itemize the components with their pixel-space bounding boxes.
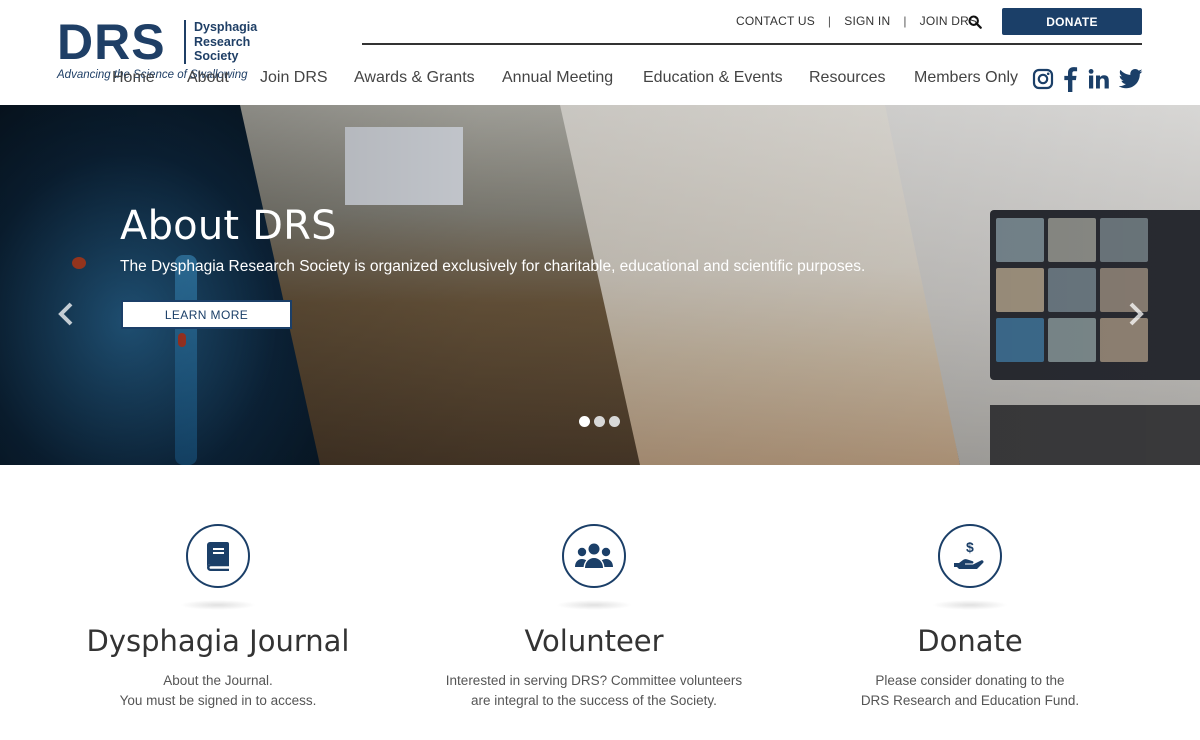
nav-awards-grants[interactable]: Awards & Grants xyxy=(354,69,475,87)
hero-title: About DRS xyxy=(120,203,337,249)
facebook-icon[interactable] xyxy=(1062,66,1078,92)
twitter-icon[interactable] xyxy=(1119,66,1143,92)
logo-wordmark: DRS xyxy=(57,14,166,70)
util-separator: | xyxy=(827,14,832,28)
instagram-icon[interactable] xyxy=(1032,66,1054,92)
nav-members-only[interactable]: Members Only xyxy=(914,69,1018,87)
util-separator: | xyxy=(903,14,907,28)
nav-annual-meeting[interactable]: Annual Meeting xyxy=(502,69,613,87)
journal-circle[interactable] xyxy=(186,524,250,588)
feature-text: Please consider donating to the xyxy=(875,673,1065,688)
donate-button[interactable]: DONATE xyxy=(1002,8,1142,35)
icon-shadow xyxy=(932,600,1008,610)
donate-circle[interactable]: $ xyxy=(938,524,1002,588)
search-icon[interactable] xyxy=(968,15,982,29)
nav-about[interactable]: About xyxy=(187,69,229,87)
icon-shadow xyxy=(556,600,632,610)
feature-title[interactable]: Volunteer xyxy=(404,624,784,658)
logo-sub-line: Society xyxy=(194,49,239,63)
carousel-next-icon[interactable] xyxy=(1126,301,1146,327)
utility-nav: CONTACT US | SIGN IN | JOIN DRS xyxy=(736,14,977,28)
carousel-indicators xyxy=(579,416,620,428)
feature-text: Interested in serving DRS? Committee vol… xyxy=(445,673,743,688)
volunteer-circle[interactable] xyxy=(562,524,626,588)
learn-more-button[interactable]: LEARN MORE xyxy=(121,300,292,329)
nav-resources[interactable]: Resources xyxy=(809,69,885,87)
hero-overlay xyxy=(0,105,1200,465)
feature-title[interactable]: Dysphagia Journal xyxy=(28,624,408,658)
carousel-dot-2[interactable] xyxy=(594,416,605,427)
logo-divider xyxy=(184,20,186,64)
drs-logo[interactable]: DRS Dysphagia Research Society Advancing… xyxy=(57,16,287,86)
donation-hand-icon: $ xyxy=(954,539,984,569)
feature-text: You must be signed in to access. xyxy=(119,693,317,708)
feature-title[interactable]: Donate xyxy=(780,624,1160,658)
header-divider xyxy=(362,43,1142,45)
linkedin-icon[interactable] xyxy=(1088,66,1110,92)
nav-education-events[interactable]: Education & Events xyxy=(643,69,783,87)
feature-text: About the Journal. xyxy=(163,673,273,688)
carousel-prev-icon[interactable] xyxy=(56,301,76,327)
people-icon xyxy=(575,543,613,568)
logo-sub-line: Dysphagia xyxy=(194,20,258,34)
feature-text: are integral to the success of the Socie… xyxy=(471,693,717,708)
util-link-contact[interactable]: CONTACT US xyxy=(736,14,815,28)
carousel-dot-3[interactable] xyxy=(609,416,620,427)
feature-text: DRS Research and Education Fund. xyxy=(860,693,1080,708)
carousel-dot-1[interactable] xyxy=(579,416,590,427)
hero-carousel: About DRS The Dysphagia Research Society… xyxy=(0,105,1200,465)
nav-join-drs[interactable]: Join DRS xyxy=(260,69,328,87)
hero-description: The Dysphagia Research Society is organi… xyxy=(120,258,866,275)
book-icon xyxy=(207,542,229,571)
svg-text:$: $ xyxy=(966,539,974,555)
logo-sub-line: Research xyxy=(194,34,251,49)
util-link-sign-in[interactable]: SIGN IN xyxy=(844,14,890,28)
icon-shadow xyxy=(180,600,256,610)
logo-subtitle: Dysphagia Research Society xyxy=(194,20,284,64)
nav-home[interactable]: Home xyxy=(112,69,155,87)
site-header: DRS Dysphagia Research Society Advancing… xyxy=(0,0,1200,105)
